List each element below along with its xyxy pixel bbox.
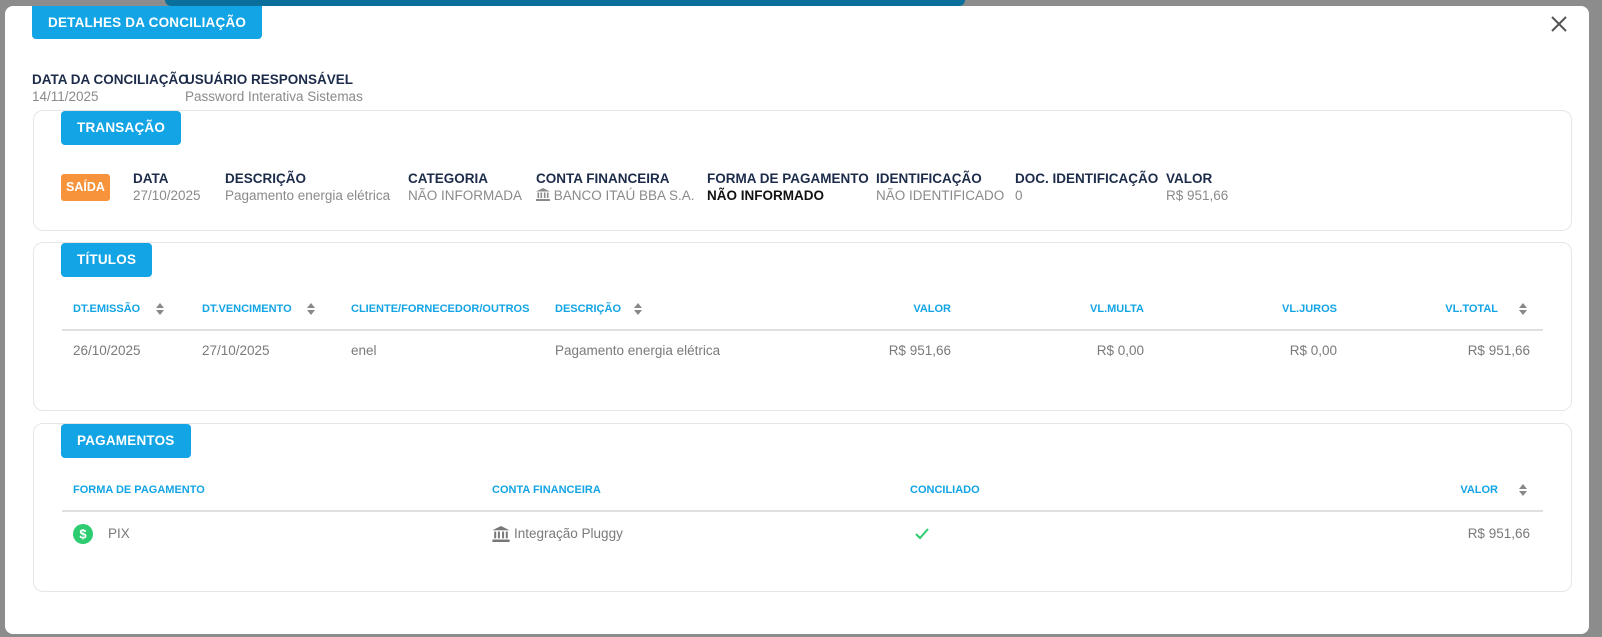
transaction-account: CONTA FINANCEIRA BANCO ITAÚ BBA S.A.	[536, 171, 695, 203]
sort-icon[interactable]	[156, 303, 164, 315]
type-badge-out: SAÍDA	[61, 174, 110, 201]
titles-card: TÍTULOS DT.EMISSÃO DT.VENCIMENTO CLIENTE…	[33, 242, 1572, 411]
col-dt-vencimento[interactable]: DT.VENCIMENTO	[202, 303, 292, 315]
bank-icon	[536, 188, 550, 201]
sort-icon[interactable]	[1519, 303, 1527, 315]
svg-text:$: $	[79, 527, 87, 542]
titles-section-title: TÍTULOS	[61, 243, 153, 277]
close-icon[interactable]	[1547, 12, 1571, 36]
transaction-identification: IDENTIFICAÇÃO NÃO IDENTIFICADO	[876, 171, 1005, 203]
sort-icon[interactable]	[1519, 484, 1527, 496]
table-row: $ PIX Integração Pluggy R$ 951,66	[62, 524, 1543, 554]
col-descricao[interactable]: DESCRIÇÃO	[555, 303, 621, 315]
modal-title: DETALHES DA CONCILIAÇÃO	[32, 6, 263, 39]
col-valor[interactable]: VALOR	[913, 303, 951, 315]
transaction-payment-method: FORMA DE PAGAMENTO NÃO INFORMADO	[707, 171, 869, 203]
payment-account: Integração Pluggy	[514, 526, 623, 541]
payments-card: PAGAMENTOS FORMA DE PAGAMENTO CONTA FINA…	[33, 423, 1572, 592]
transaction-card: TRANSAÇÃO SAÍDA DATA 27/10/2025 DESCRIÇÃ…	[33, 110, 1572, 231]
responsible-user: USUÁRIO RESPONSÁVEL Password Interativa …	[185, 72, 363, 104]
payment-method: PIX	[108, 526, 130, 541]
col-conta-financeira[interactable]: CONTA FINANCEIRA	[492, 484, 601, 496]
col-vl-juros[interactable]: VL.JUROS	[1282, 303, 1337, 315]
transaction-value: VALOR R$ 951,66	[1166, 171, 1229, 203]
payments-section-title: PAGAMENTOS	[61, 424, 191, 458]
payments-table-header: FORMA DE PAGAMENTO CONTA FINANCEIRA CONC…	[62, 472, 1543, 512]
col-cliente[interactable]: CLIENTE/FORNECEDOR/OUTROS	[351, 303, 529, 315]
titles-table-header: DT.EMISSÃO DT.VENCIMENTO CLIENTE/FORNECE…	[62, 291, 1543, 331]
transaction-doc-identification: DOC. IDENTIFICAÇÃO 0	[1015, 171, 1159, 203]
table-row: 26/10/2025 27/10/2025 enel Pagamento ene…	[73, 343, 1530, 358]
conciliation-date: DATA DA CONCILIAÇÃO 14/11/2025	[32, 72, 189, 104]
payment-value: R$ 951,66	[1467, 526, 1530, 541]
col-valor[interactable]: VALOR	[1460, 484, 1498, 496]
transaction-date: DATA 27/10/2025	[133, 171, 201, 203]
account-name: BANCO ITAÚ BBA S.A.	[553, 188, 695, 203]
bank-icon	[492, 526, 510, 542]
col-vl-total[interactable]: VL.TOTAL	[1445, 303, 1498, 315]
transaction-description: DESCRIÇÃO Pagamento energia elétrica	[225, 171, 391, 203]
check-icon	[915, 528, 929, 540]
dollar-circle-icon: $	[73, 524, 93, 544]
transaction-category: CATEGORIA NÃO INFORMADA	[408, 171, 523, 203]
col-vl-multa[interactable]: VL.MULTA	[1090, 303, 1144, 315]
transaction-section-title: TRANSAÇÃO	[61, 111, 182, 145]
sort-icon[interactable]	[307, 303, 315, 315]
reconciliation-details-modal: DETALHES DA CONCILIAÇÃO DATA DA CONCILIA…	[5, 6, 1589, 634]
col-conciliado[interactable]: CONCILIADO	[910, 484, 980, 496]
sort-icon[interactable]	[634, 303, 642, 315]
col-forma-pagamento[interactable]: FORMA DE PAGAMENTO	[73, 484, 205, 496]
col-dt-emissao[interactable]: DT.EMISSÃO	[73, 303, 140, 315]
